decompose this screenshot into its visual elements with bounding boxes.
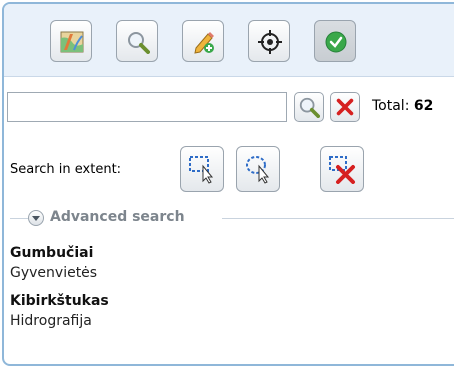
divider bbox=[222, 218, 454, 219]
edit-add-button[interactable] bbox=[182, 20, 224, 62]
total-label: Total: bbox=[372, 98, 410, 114]
search-button[interactable] bbox=[294, 92, 324, 122]
list-item[interactable]: Kibirkštukas Hidrografija bbox=[10, 292, 450, 330]
magnifier-icon bbox=[128, 32, 150, 54]
rectangle-select-button[interactable] bbox=[180, 146, 224, 192]
confirm-button[interactable] bbox=[314, 20, 356, 62]
clear-selection-button[interactable] bbox=[320, 146, 364, 192]
search-tool-button[interactable] bbox=[116, 20, 158, 62]
divider bbox=[10, 218, 28, 219]
clear-selection-icon bbox=[329, 156, 355, 184]
pencil-add-icon bbox=[194, 32, 214, 54]
rectangle-select-icon bbox=[189, 156, 214, 184]
results-list: Gumbučiai Gyvenvietės Kibirkštukas Hidro… bbox=[10, 244, 450, 340]
result-category: Hidrografija bbox=[10, 313, 92, 329]
magnifier-icon bbox=[299, 97, 320, 118]
map-button[interactable] bbox=[50, 20, 92, 62]
list-item[interactable]: Gumbučiai Gyvenvietės bbox=[10, 244, 450, 282]
result-category: Gyvenvietės bbox=[10, 265, 98, 281]
clear-search-button[interactable] bbox=[330, 92, 360, 122]
locate-button[interactable] bbox=[248, 20, 290, 62]
search-input[interactable] bbox=[7, 92, 287, 122]
total-count: Total: 62 bbox=[372, 98, 433, 114]
advanced-search-section[interactable]: Advanced search bbox=[10, 208, 454, 230]
toolbar bbox=[4, 4, 454, 77]
lasso-select-icon bbox=[246, 156, 270, 184]
total-value: 62 bbox=[413, 98, 434, 114]
red-x-icon bbox=[336, 98, 354, 116]
extent-label: Search in extent: bbox=[10, 162, 122, 177]
search-panel: Total: 62 Search in extent: Advanced sea… bbox=[2, 2, 454, 366]
map-icon bbox=[60, 31, 84, 53]
result-title[interactable]: Kibirkštukas bbox=[10, 292, 450, 310]
result-title[interactable]: Gumbučiai bbox=[10, 244, 450, 262]
chevron-down-icon[interactable] bbox=[28, 210, 44, 226]
extent-row: Search in extent: bbox=[4, 146, 454, 196]
search-row: Total: 62 bbox=[4, 88, 454, 122]
lasso-select-button[interactable] bbox=[236, 146, 280, 192]
green-check-icon bbox=[325, 31, 347, 53]
advanced-search-label[interactable]: Advanced search bbox=[50, 209, 187, 225]
target-icon bbox=[258, 30, 282, 54]
